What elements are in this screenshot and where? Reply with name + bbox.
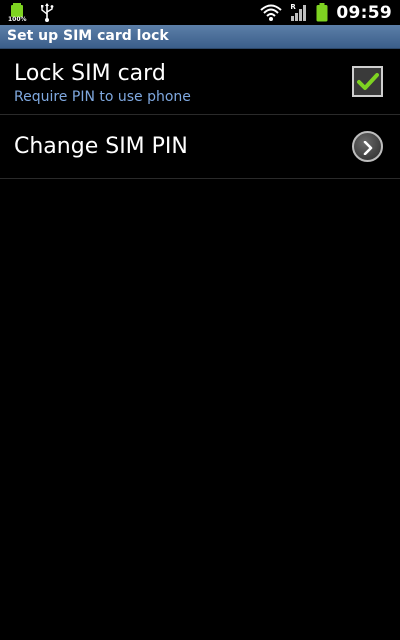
- status-bar-left: 100%: [8, 2, 54, 23]
- signal-roaming-label: R: [290, 2, 296, 11]
- battery-icon: [316, 3, 328, 22]
- battery-full-notification-icon: 100%: [8, 2, 28, 23]
- page-title: Set up SIM card lock: [7, 28, 169, 44]
- setting-lock-sim-card[interactable]: Lock SIM card Require PIN to use phone: [0, 50, 400, 115]
- change-pin-button[interactable]: [352, 131, 383, 162]
- setting-change-sim-pin[interactable]: Change SIM PIN: [0, 116, 400, 179]
- status-bar: 100% R 09:59: [0, 0, 400, 25]
- usb-icon: [40, 2, 54, 23]
- battery-notification-text: 100%: [8, 16, 27, 23]
- setting-title: Change SIM PIN: [14, 134, 188, 159]
- wifi-icon: [260, 4, 283, 22]
- chevron-right-icon: [362, 140, 374, 155]
- lock-sim-checkbox[interactable]: [352, 66, 383, 97]
- setting-title: Lock SIM card: [14, 61, 166, 86]
- clock: 09:59: [336, 2, 392, 23]
- checkmark-icon: [356, 72, 379, 92]
- setting-subtitle: Require PIN to use phone: [14, 89, 191, 105]
- status-bar-right: R 09:59: [260, 0, 392, 25]
- signal-icon: R: [290, 2, 308, 22]
- title-bar: Set up SIM card lock: [0, 25, 400, 49]
